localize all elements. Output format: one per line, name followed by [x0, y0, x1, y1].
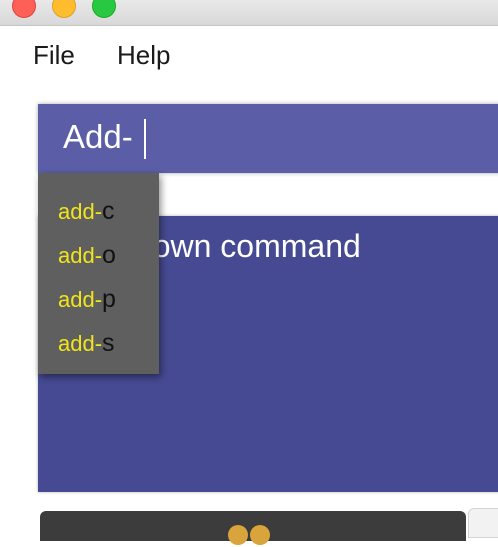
bottom-panel — [40, 511, 466, 545]
autocomplete-rest-text: c — [102, 197, 115, 225]
autocomplete-match-text: add- — [58, 243, 103, 268]
autocomplete-rest-text: p — [102, 285, 116, 313]
autocomplete-match-text: add- — [58, 331, 103, 356]
autocomplete-rest-text: s — [102, 329, 115, 357]
autocomplete-item[interactable]: add-s — [38, 325, 159, 369]
window-titlebar — [0, 0, 498, 26]
zoom-window-button[interactable] — [92, 0, 116, 18]
minimize-window-button[interactable] — [52, 0, 76, 18]
close-window-button[interactable] — [12, 0, 36, 18]
autocomplete-match-text: add- — [58, 287, 103, 312]
menu-bar: File Help — [0, 27, 498, 89]
autocomplete-item[interactable]: add-o — [38, 237, 159, 281]
bottom-side-panel — [468, 508, 498, 538]
autocomplete-item[interactable]: add-p — [38, 281, 159, 325]
autocomplete-rest-text: o — [102, 241, 116, 269]
autocomplete-item[interactable]: add-c — [38, 193, 159, 237]
autocomplete-match-text: add- — [58, 199, 103, 224]
command-input-text: Add- — [63, 118, 133, 155]
menu-help[interactable]: Help — [117, 40, 170, 71]
text-caret — [144, 119, 146, 159]
menu-file[interactable]: File — [33, 40, 75, 71]
command-input[interactable]: Add- — [38, 104, 498, 173]
autocomplete-dropdown: add-c add-o add-p add-s — [38, 173, 159, 374]
panel-icon — [228, 525, 276, 547]
